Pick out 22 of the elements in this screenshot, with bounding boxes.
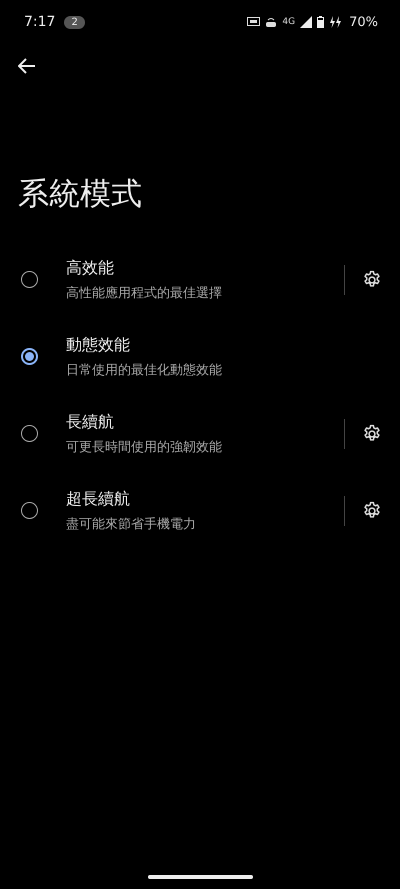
battery-level: 70% (349, 14, 378, 30)
charging-icon (329, 16, 342, 28)
mode-description: 高性能應用程式的最佳選擇 (66, 284, 222, 302)
radio-button[interactable] (21, 271, 38, 288)
signal-icon (300, 16, 312, 28)
radio-button[interactable] (21, 502, 38, 520)
battery-icon (317, 16, 324, 28)
mode-description: 可更長時間使用的強韌效能 (66, 438, 222, 456)
page-title: 系統模式 (18, 176, 143, 214)
mode-title: 超長續航 (66, 488, 130, 510)
network-type: 4G (282, 17, 296, 27)
notification-count: 2 (64, 16, 85, 28)
volte-icon (265, 16, 278, 28)
mode-description: 盡可能來節省手機電力 (66, 516, 196, 533)
mode-title: 高效能 (66, 258, 114, 279)
radio-button[interactable] (21, 348, 38, 366)
mode-title: 長續航 (66, 412, 114, 433)
radio-button[interactable] (21, 425, 38, 442)
hd-icon (247, 16, 260, 28)
clock-time: 7:17 (24, 14, 56, 30)
mode-title: 動態效能 (66, 334, 130, 356)
mode-description: 日常使用的最佳化動態效能 (66, 362, 222, 379)
